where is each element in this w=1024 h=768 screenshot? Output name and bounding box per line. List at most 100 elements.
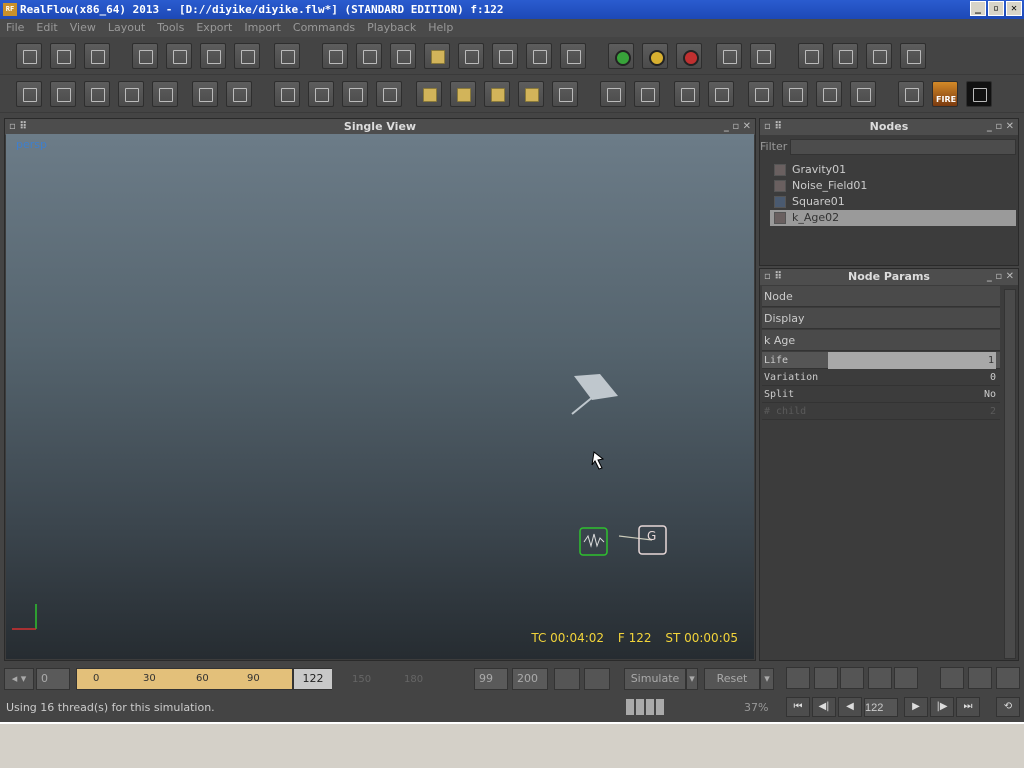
- white-cube-icon[interactable]: [850, 81, 876, 107]
- layer-icon[interactable]: [16, 81, 42, 107]
- add-node-icon[interactable]: [50, 81, 76, 107]
- reset-dropdown-icon[interactable]: ▾: [760, 668, 774, 690]
- hourglass-icon[interactable]: [552, 81, 578, 107]
- filter-input[interactable]: [790, 139, 1016, 155]
- params-scrollbar[interactable]: [1004, 289, 1016, 659]
- axis-icon[interactable]: [274, 43, 300, 69]
- panel-menu-icon[interactable]: ▫ ⠿: [764, 119, 782, 135]
- wave-icon[interactable]: [526, 43, 552, 69]
- select-icon[interactable]: [132, 43, 158, 69]
- step-forward-icon[interactable]: [968, 667, 992, 689]
- menu-commands[interactable]: Commands: [290, 19, 358, 37]
- split-icon[interactable]: [390, 43, 416, 69]
- solid-cube-icon[interactable]: [816, 81, 842, 107]
- move-icon[interactable]: [166, 43, 192, 69]
- section-k-age[interactable]: k Age: [762, 330, 1000, 351]
- search-node-icon[interactable]: [152, 81, 178, 107]
- playback-frame-input[interactable]: [864, 698, 898, 717]
- save-icon[interactable]: [84, 43, 110, 69]
- loop-icon[interactable]: ⟲: [996, 697, 1020, 717]
- reset-button[interactable]: Reset: [704, 668, 760, 690]
- next-key-icon[interactable]: |▶: [930, 697, 954, 717]
- panel-menu-icon[interactable]: ▫ ⠿: [764, 269, 782, 285]
- simulate-dropdown-icon[interactable]: ▾: [686, 668, 698, 690]
- graph-icon[interactable]: [814, 667, 838, 689]
- menu-import[interactable]: Import: [241, 19, 284, 37]
- notes-icon[interactable]: [342, 81, 368, 107]
- go-end-icon[interactable]: ⏭: [956, 697, 980, 717]
- panel-menu-icon[interactable]: ▫ ⠿: [9, 119, 27, 135]
- timeline-options-button[interactable]: ◂ ▾: [4, 668, 34, 690]
- gear-icon[interactable]: [786, 667, 810, 689]
- menu-view[interactable]: View: [67, 19, 99, 37]
- square-star-icon[interactable]: [708, 81, 734, 107]
- plane-icon[interactable]: [322, 43, 348, 69]
- shaded-cube-icon[interactable]: [782, 81, 808, 107]
- mesh-circle-icon[interactable]: [518, 81, 544, 107]
- panel-window-controls[interactable]: _ ▫ ✕: [987, 119, 1014, 135]
- box-icon[interactable]: [192, 81, 218, 107]
- simulate-link-icon[interactable]: [832, 43, 858, 69]
- new-icon[interactable]: [16, 43, 42, 69]
- tool-icon[interactable]: [996, 667, 1020, 689]
- fire-icon[interactable]: FIRE: [932, 81, 958, 107]
- go-start-icon[interactable]: ⏮: [786, 697, 810, 717]
- square-object[interactable]: [574, 374, 618, 400]
- box-dark-icon[interactable]: [226, 81, 252, 107]
- cube-outline-icon[interactable]: [600, 81, 626, 107]
- menu-layout[interactable]: Layout: [105, 19, 148, 37]
- step-prev-icon[interactable]: ◀: [838, 697, 862, 717]
- menu-file[interactable]: File: [3, 19, 27, 37]
- prev-key-icon[interactable]: ◀|: [812, 697, 836, 717]
- batch-icon[interactable]: [308, 81, 334, 107]
- export-key-icon[interactable]: [584, 668, 610, 690]
- section-display[interactable]: Display: [762, 308, 1000, 329]
- wire-cube-icon[interactable]: [748, 81, 774, 107]
- close-button[interactable]: ✕: [1006, 1, 1022, 16]
- current-frame-marker[interactable]: 122: [292, 669, 332, 689]
- menu-edit[interactable]: Edit: [33, 19, 60, 37]
- script-icon[interactable]: [274, 81, 300, 107]
- param-life[interactable]: Life 1: [762, 352, 1000, 369]
- sun-icon[interactable]: [868, 667, 892, 689]
- dots-icon[interactable]: [376, 81, 402, 107]
- menu-tools[interactable]: Tools: [154, 19, 187, 37]
- cube-star-icon[interactable]: [634, 81, 660, 107]
- panel-window-controls[interactable]: _ ▫ ✕: [987, 269, 1014, 285]
- key-frame-icon[interactable]: [554, 668, 580, 690]
- yellow-light-icon[interactable]: [642, 43, 668, 69]
- mesh-red-icon[interactable]: [450, 81, 476, 107]
- camera-icon[interactable]: [492, 43, 518, 69]
- step-back-icon[interactable]: [940, 667, 964, 689]
- sphere-icon[interactable]: [458, 43, 484, 69]
- scale-icon[interactable]: [234, 43, 260, 69]
- node-square01[interactable]: Square01: [770, 194, 1016, 210]
- mesh-cut-icon[interactable]: [484, 81, 510, 107]
- simulate-button[interactable]: Simulate: [624, 668, 686, 690]
- cube-icon[interactable]: [424, 43, 450, 69]
- param-split[interactable]: Split No: [762, 386, 1000, 403]
- timeline-slider[interactable]: 0 30 60 90 122: [76, 668, 332, 690]
- particles-icon[interactable]: [356, 43, 382, 69]
- 3d-viewport[interactable]: persp G TC 00:04:02 F 122 ST 00:00:05: [6, 134, 754, 659]
- crate-icon[interactable]: [560, 43, 586, 69]
- simulate-nodes-icon[interactable]: [798, 43, 824, 69]
- param-variation[interactable]: Variation 0: [762, 369, 1000, 386]
- menu-playback[interactable]: Playback: [364, 19, 419, 37]
- sun-multi-icon[interactable]: [894, 667, 918, 689]
- minimize-button[interactable]: _: [970, 1, 986, 16]
- link-node-icon[interactable]: [84, 81, 110, 107]
- maxwell-icon[interactable]: [966, 81, 992, 107]
- node-gravity01[interactable]: Gravity01: [770, 162, 1016, 178]
- save-red-icon[interactable]: [750, 43, 776, 69]
- green-light-icon[interactable]: [608, 43, 634, 69]
- simulate-time-icon[interactable]: [866, 43, 892, 69]
- panel-window-controls[interactable]: _ ▫ ✕: [724, 119, 751, 135]
- mesh-icon[interactable]: [416, 81, 442, 107]
- simulate-gear-icon[interactable]: [900, 43, 926, 69]
- node-noise-field01[interactable]: Noise_Field01: [770, 178, 1016, 194]
- node-k-age02[interactable]: k_Age02: [770, 210, 1016, 226]
- rotate-icon[interactable]: [200, 43, 226, 69]
- start-frame-field[interactable]: 0: [36, 668, 70, 690]
- unlink-node-icon[interactable]: [118, 81, 144, 107]
